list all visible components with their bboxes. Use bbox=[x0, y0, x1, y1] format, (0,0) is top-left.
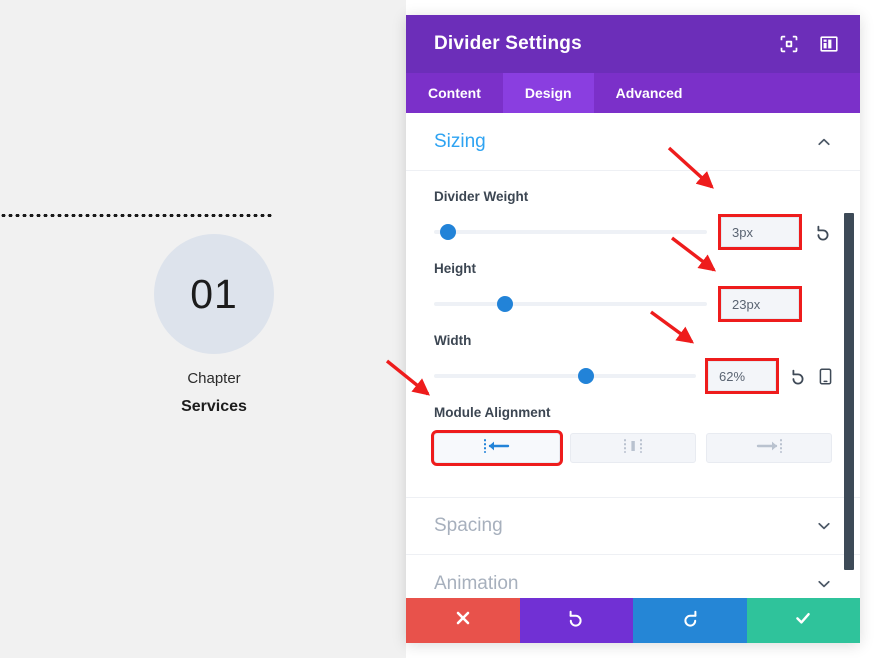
mobile-device-icon[interactable] bbox=[819, 368, 832, 385]
row-divider-weight: 3px bbox=[434, 217, 832, 247]
preview-content: 01 Chapter Services bbox=[0, 0, 406, 658]
align-right-icon bbox=[756, 438, 782, 459]
chevron-up-icon bbox=[816, 134, 832, 150]
slider-width[interactable] bbox=[434, 368, 696, 384]
chapter-title: Services bbox=[114, 398, 314, 416]
row-width: 62% bbox=[434, 361, 832, 391]
panel-footer bbox=[406, 598, 860, 643]
slider-handle[interactable] bbox=[497, 296, 513, 312]
undo-button[interactable] bbox=[520, 598, 634, 643]
section-title-sizing: Sizing bbox=[434, 131, 816, 153]
align-right-button[interactable] bbox=[706, 433, 832, 463]
panel-title: Divider Settings bbox=[434, 33, 780, 55]
chapter-number: 01 bbox=[190, 274, 238, 315]
chapter-label: Chapter bbox=[114, 370, 314, 387]
input-width[interactable]: 62% bbox=[708, 361, 776, 391]
align-left-button[interactable] bbox=[434, 433, 560, 463]
page-preview-canvas: 01 Chapter Services bbox=[0, 0, 406, 658]
input-divider-weight[interactable]: 3px bbox=[721, 217, 799, 247]
section-title-spacing: Spacing bbox=[434, 515, 816, 537]
save-button[interactable] bbox=[747, 598, 861, 643]
field-divider-weight: Divider Weight 3px bbox=[434, 189, 832, 247]
label-module-alignment: Module Alignment bbox=[434, 405, 832, 420]
focus-target-icon[interactable] bbox=[780, 35, 798, 53]
panel-scrollbar-track[interactable] bbox=[847, 113, 857, 598]
section-body-sizing: Divider Weight 3px bbox=[406, 171, 860, 481]
screenshot-root: 01 Chapter Services Divider Settings bbox=[0, 0, 880, 658]
tab-advanced[interactable]: Advanced bbox=[594, 73, 705, 113]
field-module-alignment: Module Alignment bbox=[434, 405, 832, 463]
label-height: Height bbox=[434, 261, 832, 276]
redo-icon bbox=[681, 609, 699, 632]
slider-divider-weight[interactable] bbox=[434, 224, 707, 240]
panel-header: Divider Settings bbox=[406, 15, 860, 73]
align-center-icon bbox=[620, 438, 646, 459]
slider-track bbox=[434, 374, 696, 378]
slider-handle[interactable] bbox=[440, 224, 456, 240]
tab-content[interactable]: Content bbox=[406, 73, 503, 113]
tab-design[interactable]: Design bbox=[503, 73, 594, 113]
panel-body: Sizing Divider Weight 3p bbox=[406, 113, 860, 598]
align-left-icon bbox=[484, 438, 510, 459]
align-center-button[interactable] bbox=[570, 433, 696, 463]
chevron-down-icon bbox=[816, 576, 832, 592]
field-width: Width 62% bbox=[434, 333, 832, 391]
chapter-number-circle: 01 bbox=[154, 234, 274, 354]
slider-track bbox=[434, 230, 707, 234]
slider-handle[interactable] bbox=[578, 368, 594, 384]
reset-icon[interactable] bbox=[790, 368, 807, 385]
section-header-animation[interactable]: Animation bbox=[406, 555, 860, 598]
layout-panel-icon[interactable] bbox=[820, 35, 838, 53]
undo-icon bbox=[567, 609, 585, 632]
panel-header-actions bbox=[780, 35, 838, 53]
cancel-button[interactable] bbox=[406, 598, 520, 643]
section-title-animation: Animation bbox=[434, 573, 816, 595]
check-icon bbox=[794, 609, 812, 632]
section-header-spacing[interactable]: Spacing bbox=[406, 497, 860, 555]
divider-module-preview[interactable] bbox=[0, 214, 273, 217]
input-height[interactable]: 23px bbox=[721, 289, 799, 319]
panel-scrollbar-thumb[interactable] bbox=[844, 213, 854, 570]
section-header-sizing[interactable]: Sizing bbox=[406, 113, 860, 171]
label-width: Width bbox=[434, 333, 832, 348]
row-height: 23px bbox=[434, 289, 832, 319]
panel-tabs: Content Design Advanced bbox=[406, 73, 860, 113]
label-divider-weight: Divider Weight bbox=[434, 189, 832, 204]
field-height: Height 23px bbox=[434, 261, 832, 319]
module-alignment-options bbox=[434, 433, 832, 463]
divider-settings-panel: Divider Settings bbox=[406, 15, 860, 643]
slider-height[interactable] bbox=[434, 296, 707, 312]
reset-icon[interactable] bbox=[815, 224, 832, 241]
redo-button[interactable] bbox=[633, 598, 747, 643]
slider-track bbox=[434, 302, 707, 306]
chevron-down-icon bbox=[816, 518, 832, 534]
close-icon bbox=[454, 609, 472, 632]
